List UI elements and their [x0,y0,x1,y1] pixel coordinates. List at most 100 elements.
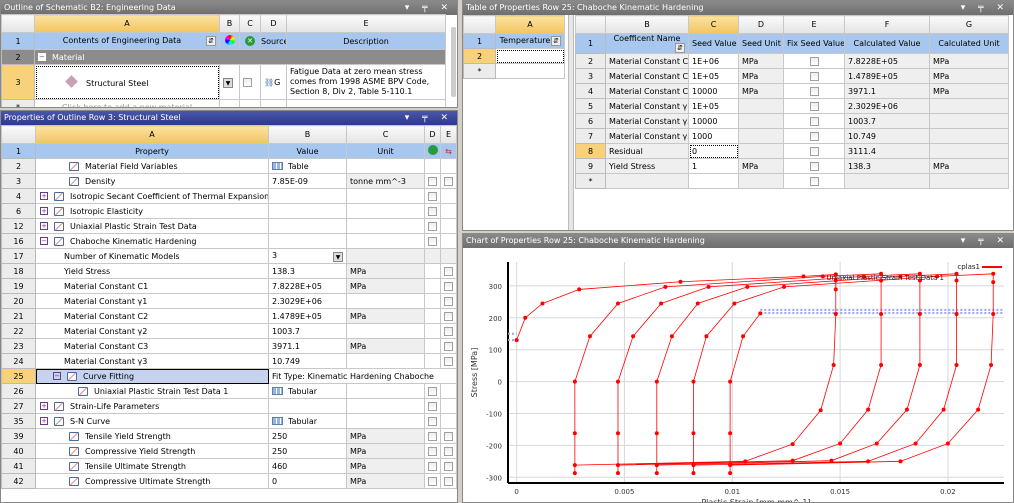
property-row[interactable]: 22 Material Constant γ2 1003.7 [1,323,457,339]
checkbox[interactable] [444,296,453,306]
checkbox[interactable] [428,176,437,186]
coefficient-row[interactable]: 4 Material Constant C3 10000 MPa 3971.1 MPa [575,83,1009,99]
value-cell[interactable]: 7.85E-09 [268,173,347,189]
property-name-cell[interactable]: + Uniaxial Plastic Strain Test Data [35,218,269,234]
value-cell[interactable] [268,203,347,219]
fix-seed-checkbox-cell[interactable] [783,173,845,189]
seed-value-input[interactable]: 1E+05 [688,68,739,84]
checkbox[interactable] [444,461,453,471]
col-b[interactable]: B [268,125,347,144]
checkbox[interactable] [444,431,453,441]
property-row[interactable]: 19 Material Constant C1 7.8228E+05 MPa [1,278,457,294]
property-name-cell[interactable]: Material Constant γ2 [35,323,269,339]
coefficient-row[interactable]: 6 Material Constant γ2 10000 1003.7 [575,113,1009,129]
property-row[interactable]: 12 + Uniaxial Plastic Strain Test Data [1,218,457,234]
col-f[interactable]: F [844,15,930,34]
property-row[interactable]: 35 + S-N Curve Tabular [1,413,457,429]
col-d[interactable]: D [738,15,784,34]
temperature-new-cell[interactable] [495,63,565,79]
property-row[interactable]: 41 Tensile Ultimate Strength 460 MPa [1,458,457,474]
seed-value-input[interactable]: 1000 [688,128,739,144]
material-structural-steel[interactable]: Structural Steel [34,64,220,100]
suppress-checkbox-cell[interactable] [424,233,441,249]
material-dropdown[interactable]: ▼ [219,64,240,100]
checkbox[interactable] [444,176,453,186]
checkbox[interactable] [428,446,437,456]
parameter-checkbox-cell[interactable] [440,173,457,189]
value-cell[interactable]: 138.3 [268,263,347,279]
property-name-cell[interactable]: Compressive Yield Strength [35,443,269,459]
property-name-cell[interactable]: Number of Kinematic Models [35,248,269,264]
col-c[interactable]: C [688,15,739,34]
checkbox[interactable] [428,416,437,426]
property-name-cell[interactable]: Compressive Ultimate Strength [35,473,269,489]
chart[interactable]: 0 0.005 0.01 0.015 0.02 300 200 100 0 -100 -200 -30… [463,249,1014,503]
checkbox[interactable] [809,56,819,66]
parameter-checkbox-cell[interactable] [440,353,457,369]
coefficient-row[interactable]: 7 Material Constant γ3 1000 10.749 [575,128,1009,144]
value-cell[interactable] [268,398,347,414]
outline-scrollbar[interactable] [451,27,456,97]
checkbox[interactable] [444,311,453,321]
checkbox[interactable] [428,236,437,246]
coefficient-row[interactable]: 9 Yield Stress 1 MPa 138.3 MPa [575,158,1009,174]
collapse-icon[interactable]: − [53,372,61,380]
splitter[interactable] [568,15,574,230]
value-cell[interactable]: 250 [268,443,347,459]
fit-type-cell[interactable]: Fit Type: Kinematic Hardening Chaboche [268,368,457,384]
temperature-cell[interactable] [495,48,565,64]
sort-icon[interactable]: ⇵ [551,36,561,46]
checkbox[interactable] [428,206,437,216]
suppress-checkbox-cell[interactable] [424,203,441,219]
expand-icon[interactable]: + [40,222,48,230]
col-c[interactable]: C [239,14,261,33]
seed-value-input[interactable]: 0 [688,143,739,159]
pane-controls[interactable]: ▾ ╤ ✕ [405,1,453,15]
category-material[interactable]: − Material [34,49,446,65]
value-cell[interactable]: 460 [268,458,347,474]
fix-seed-checkbox-cell[interactable] [783,128,845,144]
seed-value-input[interactable]: 1E+06 [688,53,739,69]
col-g[interactable]: G [929,15,1009,34]
col-e[interactable]: E [783,15,845,34]
col-a[interactable]: A [34,14,220,33]
property-name-cell[interactable]: + Strain-Life Parameters [35,398,269,414]
material-checkbox[interactable] [239,64,261,100]
suppress-checkbox-cell[interactable] [424,173,441,189]
value-cell[interactable]: Tabular [268,413,347,429]
value-cell[interactable]: 3 ▼ [268,248,347,264]
suppress-checkbox-cell[interactable] [424,383,441,399]
value-cell[interactable]: Table [268,158,347,174]
seed-value-input[interactable]: 1 [688,158,739,174]
sort-icon[interactable]: ⇵ [206,36,216,46]
source-cell[interactable]: ⛓G [260,64,287,100]
property-row[interactable]: 27 + Strain-Life Parameters [1,398,457,414]
coefficient-row[interactable]: 5 Material Constant γ1 1E+05 2.3029E+06 [575,98,1009,114]
add-material-row[interactable]: Click here to add a new material [34,99,220,107]
checkbox[interactable] [428,461,437,471]
expand-icon[interactable]: + [40,417,48,425]
pane-controls[interactable]: ▾ ╤ ✕ [961,234,1009,248]
coefficient-row[interactable]: 2 Material Constant C1 1E+06 MPa 7.8228E+05 M… [575,53,1009,69]
value-cell[interactable]: 0 [268,473,347,489]
parameter-checkbox-cell[interactable] [440,308,457,324]
fix-seed-checkbox-cell[interactable] [783,53,845,69]
suppress-checkbox-cell[interactable] [424,443,441,459]
col-e[interactable]: E [440,125,457,144]
value-cell[interactable]: 10.749 [268,353,347,369]
checkbox[interactable] [428,386,437,396]
suppress-checkbox-cell[interactable] [424,458,441,474]
property-row[interactable]: 17 Number of Kinematic Models 3 ▼ [1,248,457,264]
property-row[interactable]: 2 Material Field Variables Table [1,158,457,174]
value-cell[interactable]: 1003.7 [268,323,347,339]
col-a[interactable]: A [35,125,269,144]
checkbox[interactable] [809,101,819,111]
property-row[interactable]: 24 Material Constant γ3 10.749 [1,353,457,369]
suppress-checkbox-cell[interactable] [424,413,441,429]
fix-seed-checkbox-cell[interactable] [783,83,845,99]
temperature-header[interactable]: Temperature ⇵ [495,33,565,49]
property-name-cell[interactable]: Material Constant γ3 [35,353,269,369]
collapse-icon[interactable]: − [40,237,48,245]
property-name-cell[interactable]: Tensile Ultimate Strength [35,458,269,474]
seed-value-input[interactable] [688,173,739,189]
